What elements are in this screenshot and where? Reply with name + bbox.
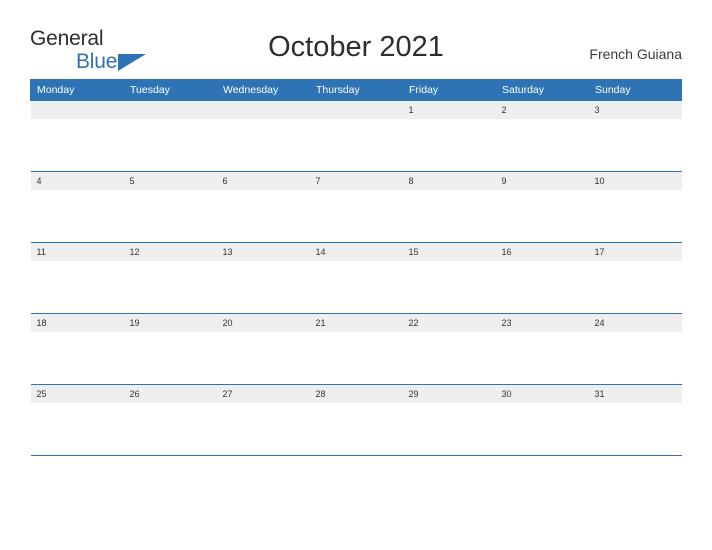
day-number: 31 — [588, 385, 682, 403]
calendar-day-cell[interactable]: 18 — [30, 313, 124, 385]
calendar-day-cell[interactable]: 29 — [402, 384, 496, 456]
calendar-day-cell[interactable] — [123, 100, 217, 172]
page-header: General Blue October 2021 French Guiana — [0, 0, 712, 72]
calendar-day-cell[interactable]: 22 — [402, 313, 496, 385]
day-number — [309, 101, 403, 119]
day-number: 13 — [216, 243, 310, 261]
calendar-day-cell[interactable]: 24 — [588, 313, 682, 385]
day-number: 16 — [495, 243, 589, 261]
day-number — [123, 101, 217, 119]
day-number: 22 — [402, 314, 496, 332]
day-number: 10 — [588, 172, 682, 190]
calendar-page: General Blue October 2021 French Guiana … — [0, 0, 712, 550]
day-number: 6 — [216, 172, 310, 190]
calendar-day-cell[interactable]: 17 — [588, 242, 682, 314]
calendar-week-row: 4 5 6 7 8 9 10 — [30, 171, 682, 243]
calendar-day-cell[interactable]: 2 — [495, 100, 589, 172]
calendar-day-cell[interactable]: 8 — [402, 171, 496, 243]
calendar-header-row: Monday Tuesday Wednesday Thursday Friday… — [30, 79, 682, 101]
weekday-header-friday: Friday — [402, 79, 496, 101]
calendar-week-row: 18 19 20 21 22 23 24 — [30, 313, 682, 385]
day-number: 24 — [588, 314, 682, 332]
calendar-day-cell[interactable]: 19 — [123, 313, 217, 385]
day-number: 21 — [309, 314, 403, 332]
day-number: 11 — [30, 243, 124, 261]
day-number: 7 — [309, 172, 403, 190]
day-number: 25 — [30, 385, 124, 403]
calendar-day-cell[interactable]: 27 — [216, 384, 310, 456]
calendar-day-cell[interactable]: 20 — [216, 313, 310, 385]
calendar-day-cell[interactable]: 21 — [309, 313, 403, 385]
calendar-day-cell[interactable] — [309, 100, 403, 172]
calendar-table: Monday Tuesday Wednesday Thursday Friday… — [30, 79, 682, 456]
day-number — [30, 101, 124, 119]
day-number: 4 — [30, 172, 124, 190]
calendar-week-row: 1 2 3 — [30, 100, 682, 172]
day-number: 2 — [495, 101, 589, 119]
day-number: 30 — [495, 385, 589, 403]
calendar-week-row: 11 12 13 14 15 16 17 — [30, 242, 682, 314]
calendar-day-cell[interactable]: 25 — [30, 384, 124, 456]
calendar-day-cell[interactable]: 3 — [588, 100, 682, 172]
calendar-day-cell[interactable]: 6 — [216, 171, 310, 243]
day-number: 27 — [216, 385, 310, 403]
calendar-body: 1 2 3 4 5 6 7 8 9 10 11 12 13 14 15 16 1… — [30, 100, 682, 456]
weekday-header-saturday: Saturday — [495, 79, 589, 101]
day-number: 18 — [30, 314, 124, 332]
calendar-day-cell[interactable]: 26 — [123, 384, 217, 456]
calendar-day-cell[interactable]: 23 — [495, 313, 589, 385]
weekday-header-tuesday: Tuesday — [123, 79, 217, 101]
calendar-day-cell[interactable]: 13 — [216, 242, 310, 314]
calendar-day-cell[interactable]: 11 — [30, 242, 124, 314]
day-number: 14 — [309, 243, 403, 261]
calendar-day-cell[interactable]: 7 — [309, 171, 403, 243]
day-number: 23 — [495, 314, 589, 332]
day-number: 28 — [309, 385, 403, 403]
calendar-day-cell[interactable]: 31 — [588, 384, 682, 456]
calendar-day-cell[interactable] — [30, 100, 124, 172]
day-number: 3 — [588, 101, 682, 119]
weekday-header-wednesday: Wednesday — [216, 79, 310, 101]
day-number: 19 — [123, 314, 217, 332]
calendar-day-cell[interactable]: 10 — [588, 171, 682, 243]
day-number — [216, 101, 310, 119]
day-number: 8 — [402, 172, 496, 190]
calendar-day-cell[interactable]: 15 — [402, 242, 496, 314]
day-number: 17 — [588, 243, 682, 261]
weekday-header-sunday: Sunday — [588, 79, 682, 101]
day-number: 20 — [216, 314, 310, 332]
weekday-header-thursday: Thursday — [309, 79, 403, 101]
day-number: 29 — [402, 385, 496, 403]
calendar-day-cell[interactable] — [216, 100, 310, 172]
country-label: French Guiana — [589, 46, 682, 62]
day-number: 12 — [123, 243, 217, 261]
calendar-week-row: 25 26 27 28 29 30 31 — [30, 384, 682, 456]
calendar-day-cell[interactable]: 30 — [495, 384, 589, 456]
day-number: 9 — [495, 172, 589, 190]
calendar-day-cell[interactable]: 28 — [309, 384, 403, 456]
calendar-day-cell[interactable]: 16 — [495, 242, 589, 314]
weekday-header-monday: Monday — [30, 79, 124, 101]
calendar-day-cell[interactable]: 5 — [123, 171, 217, 243]
day-number: 5 — [123, 172, 217, 190]
calendar-day-cell[interactable]: 12 — [123, 242, 217, 314]
calendar-day-cell[interactable]: 9 — [495, 171, 589, 243]
calendar-day-cell[interactable]: 4 — [30, 171, 124, 243]
calendar-day-cell[interactable]: 1 — [402, 100, 496, 172]
day-number: 26 — [123, 385, 217, 403]
calendar-day-cell[interactable]: 14 — [309, 242, 403, 314]
day-number: 1 — [402, 101, 496, 119]
day-number: 15 — [402, 243, 496, 261]
